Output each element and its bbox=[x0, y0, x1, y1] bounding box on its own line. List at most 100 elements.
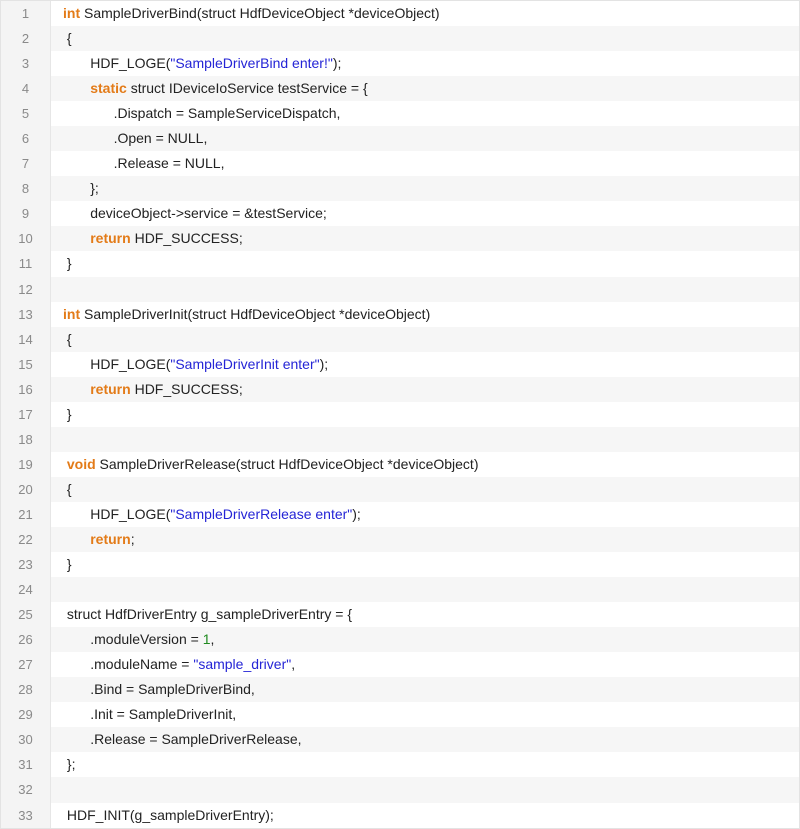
code-line: 3 HDF_LOGE("SampleDriverBind enter!"); bbox=[1, 51, 799, 77]
code-token: } bbox=[63, 405, 72, 422]
code-token: .moduleVersion = bbox=[63, 631, 203, 648]
code-token: } bbox=[63, 556, 72, 573]
code-token: .Init = SampleDriverInit, bbox=[63, 706, 237, 723]
code-line-text: .Release = SampleDriverRelease, bbox=[51, 727, 799, 753]
line-number: 32 bbox=[1, 777, 51, 803]
code-line-text: }; bbox=[51, 752, 799, 777]
code-token: ); bbox=[352, 505, 361, 522]
line-number: 3 bbox=[1, 51, 51, 77]
code-line: 14 { bbox=[1, 326, 799, 352]
code-line-text: { bbox=[51, 326, 799, 352]
code-line-text: HDF_LOGE("SampleDriverInit enter"); bbox=[51, 352, 799, 377]
code-line-text: } bbox=[51, 552, 799, 577]
code-line-text: .Open = NULL, bbox=[51, 126, 799, 152]
code-line: 17 } bbox=[1, 401, 799, 427]
code-line: 2 { bbox=[1, 26, 799, 52]
line-number: 25 bbox=[1, 602, 51, 628]
code-token: }; bbox=[63, 180, 99, 197]
code-line: 1 int SampleDriverBind(struct HdfDeviceOb… bbox=[1, 1, 799, 27]
code-line-text: .Release = NULL, bbox=[51, 151, 799, 176]
code-line: 8 }; bbox=[1, 176, 799, 202]
code-token: ); bbox=[332, 55, 342, 72]
line-number: 13 bbox=[1, 301, 51, 327]
keyword-token: return bbox=[90, 230, 131, 247]
code-line: 20 { bbox=[1, 476, 799, 502]
code-token: { bbox=[63, 30, 72, 47]
code-line: 22 return; bbox=[1, 526, 799, 553]
code-line-text: .moduleName = "sample_driver", bbox=[51, 652, 799, 677]
keyword-token: static bbox=[90, 80, 127, 97]
code-line-text: int SampleDriverBind(struct HdfDeviceObj… bbox=[51, 1, 799, 26]
line-number: 31 bbox=[1, 752, 51, 778]
line-number: 16 bbox=[1, 376, 51, 402]
code-line-text bbox=[51, 276, 799, 302]
keyword-token: int bbox=[63, 5, 81, 21]
code-line: 29 .Init = SampleDriverInit, bbox=[1, 702, 799, 728]
code-line-text: return; bbox=[51, 526, 799, 553]
code-line: 24 bbox=[1, 577, 799, 603]
code-token: struct HdfDriverEntry g_sampleDriverEntr… bbox=[63, 606, 353, 623]
code-line: 30 .Release = SampleDriverRelease, bbox=[1, 727, 799, 753]
line-number: 15 bbox=[1, 351, 51, 377]
line-number: 8 bbox=[1, 176, 51, 202]
code-line: 5 .Dispatch = SampleServiceDispatch, bbox=[1, 101, 799, 127]
line-number: 1 bbox=[1, 1, 51, 27]
code-line-text: } bbox=[51, 251, 799, 276]
code-line-text: int SampleDriverInit(struct HdfDeviceObj… bbox=[51, 302, 799, 327]
line-number: 19 bbox=[1, 451, 51, 477]
line-number: 20 bbox=[1, 476, 51, 502]
line-number: 21 bbox=[1, 501, 51, 527]
code-token: }; bbox=[63, 756, 76, 773]
string-token: "SampleDriverInit enter" bbox=[170, 355, 320, 372]
code-line: 23 } bbox=[1, 552, 799, 578]
code-token: HDF_SUCCESS; bbox=[130, 230, 243, 247]
code-line-text: static struct IDeviceIoService testServi… bbox=[51, 76, 799, 102]
code-token: HDF_LOGE( bbox=[63, 505, 171, 522]
code-token: HDF_LOGE( bbox=[63, 55, 171, 72]
code-token: .Release = NULL, bbox=[63, 155, 225, 172]
code-block[interactable]: 1 int SampleDriverBind(struct HdfDeviceOb… bbox=[0, 0, 800, 829]
code-token: .Dispatch = SampleServiceDispatch, bbox=[63, 105, 341, 122]
keyword-token: return bbox=[90, 530, 131, 547]
code-line-text: }; bbox=[51, 176, 799, 202]
code-token: { bbox=[63, 480, 72, 497]
code-line: 12 bbox=[1, 276, 799, 302]
code-line: 21 HDF_LOGE("SampleDriverRelease enter")… bbox=[1, 501, 799, 527]
code-line-text: { bbox=[51, 476, 799, 502]
code-token: ); bbox=[319, 355, 329, 372]
line-number: 18 bbox=[1, 426, 51, 452]
code-line: 19 void SampleDriverRelease(struct HdfDe… bbox=[1, 451, 799, 477]
line-number: 17 bbox=[1, 401, 51, 427]
code-line-text: HDF_LOGE("SampleDriverRelease enter"); bbox=[51, 502, 799, 527]
code-line: 7 .Release = NULL, bbox=[1, 151, 799, 177]
code-line: 13 int SampleDriverInit(struct HdfDeviceO… bbox=[1, 301, 799, 327]
code-line-text: struct HdfDriverEntry g_sampleDriverEntr… bbox=[51, 602, 799, 627]
code-token: HDF_INIT(g_sampleDriverEntry); bbox=[63, 806, 274, 823]
line-number: 6 bbox=[1, 126, 51, 152]
line-number: 10 bbox=[1, 226, 51, 252]
keyword-token: int bbox=[63, 305, 81, 322]
code-token: .moduleName = bbox=[63, 656, 194, 673]
code-line-text: HDF_LOGE("SampleDriverBind enter!"); bbox=[51, 51, 799, 76]
code-lines: 1 int SampleDriverBind(struct HdfDeviceOb… bbox=[1, 1, 799, 828]
code-line-text: deviceObject->service = &testService; bbox=[51, 201, 799, 226]
code-line-text bbox=[51, 426, 799, 452]
code-token: .Bind = SampleDriverBind, bbox=[63, 681, 255, 698]
line-number: 30 bbox=[1, 727, 51, 753]
code-token: { bbox=[63, 330, 72, 347]
code-line: 26 .moduleVersion = 1, bbox=[1, 627, 799, 653]
line-number: 26 bbox=[1, 627, 51, 653]
line-number: 2 bbox=[1, 26, 51, 52]
code-token: deviceObject->service = &testService; bbox=[63, 205, 327, 222]
code-token: , bbox=[210, 631, 215, 648]
line-number: 5 bbox=[1, 101, 51, 127]
code-token: .Open = NULL, bbox=[63, 130, 208, 147]
line-number: 22 bbox=[1, 526, 51, 553]
line-number: 23 bbox=[1, 552, 51, 578]
code-line: 6 .Open = NULL, bbox=[1, 126, 799, 152]
code-line-text bbox=[51, 577, 799, 603]
code-line: 16 return HDF_SUCCESS; bbox=[1, 376, 799, 402]
code-token: ; bbox=[130, 530, 135, 547]
